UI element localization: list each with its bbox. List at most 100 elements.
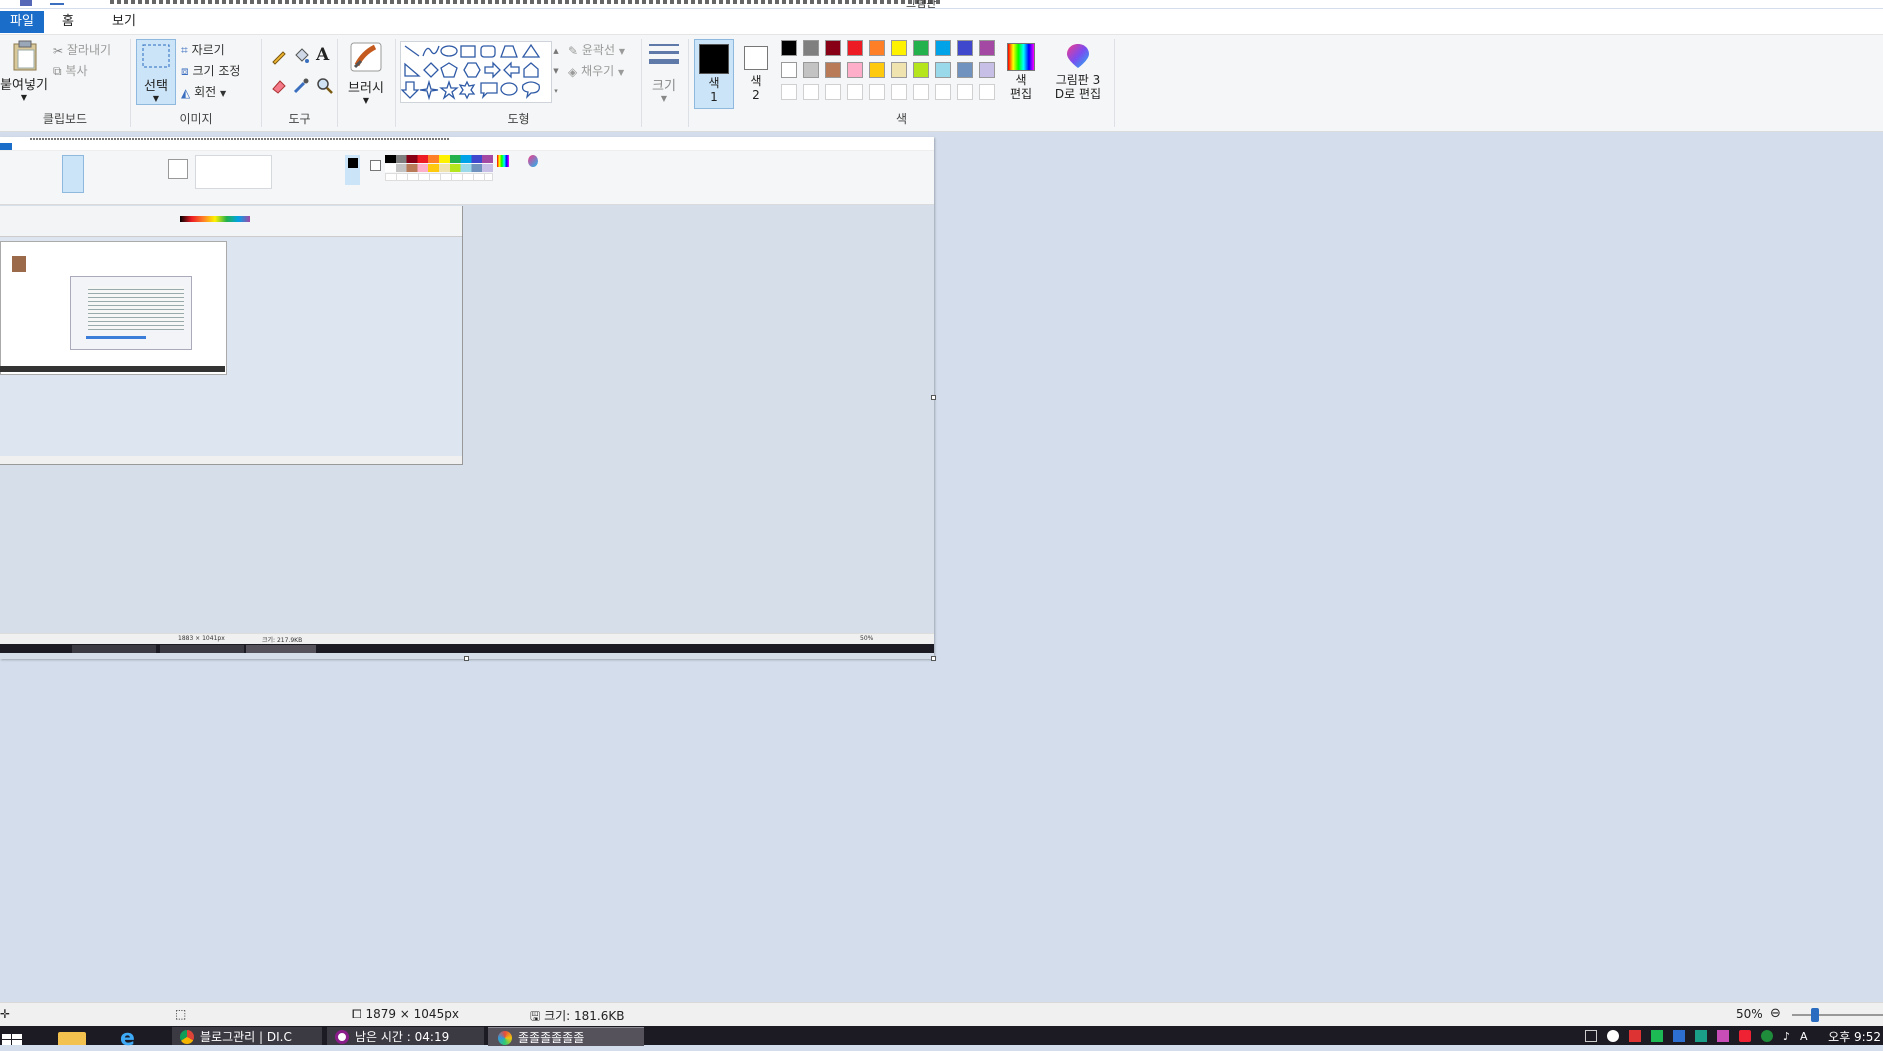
palette-color-swatch[interactable] (847, 40, 863, 56)
taskbar-item-timer[interactable]: 남은 시간 : 04:19 (327, 1027, 484, 1045)
brushes-button[interactable]: 브러시 ▼ (342, 41, 390, 105)
paste-button[interactable]: 붙여넣기 ▼ (0, 40, 48, 102)
shapes-scroll[interactable]: ▲ ▼ ▾ (551, 41, 561, 101)
tray-icon-6[interactable] (1695, 1030, 1707, 1042)
ribbon: 붙여넣기 ▼ ✂ 잘라내기 ⧉ 복사 클립보드 선택 ▼ ⌗ 자르기 ⧈ 크기 … (0, 35, 1883, 132)
custom-color-slot[interactable] (891, 84, 907, 100)
color-picker-icon[interactable] (292, 77, 310, 95)
custom-color-slot[interactable] (803, 84, 819, 100)
palette-color-swatch[interactable] (957, 62, 973, 78)
shapes-gallery[interactable] (400, 41, 552, 103)
rotate-icon: ◭ (181, 85, 191, 100)
select-dropdown-icon[interactable]: ▼ (137, 94, 175, 103)
custom-color-slot[interactable] (869, 84, 885, 100)
custom-color-slot[interactable] (935, 84, 951, 100)
tray-icon-5[interactable] (1673, 1030, 1685, 1042)
taskbar-clock[interactable]: 오후 9:52 (1828, 1028, 1881, 1045)
paste-dropdown-icon[interactable]: ▼ (0, 93, 48, 102)
custom-color-slot[interactable] (913, 84, 929, 100)
rotate-dropdown-icon[interactable]: ▼ (220, 89, 226, 98)
color2-button[interactable]: 색 2 (738, 39, 774, 109)
palette-color-swatch[interactable] (957, 40, 973, 56)
fill-bucket-icon[interactable] (292, 47, 310, 65)
zoom-slider[interactable] (1792, 1008, 1883, 1022)
custom-color-slot[interactable] (781, 84, 797, 100)
palette-color-swatch[interactable] (935, 40, 951, 56)
save-icon[interactable] (20, 0, 32, 6)
custom-color-slot[interactable] (825, 84, 841, 100)
palette-color-swatch[interactable] (913, 40, 929, 56)
zoom-level: 50% (1736, 1007, 1763, 1021)
file-explorer-icon[interactable] (58, 1032, 86, 1045)
tray-icon-3[interactable] (1629, 1030, 1641, 1042)
text-icon[interactable]: A (316, 45, 329, 65)
magnifier-icon[interactable] (316, 77, 334, 95)
zoom-slider-thumb[interactable] (1811, 1008, 1819, 1022)
size-button[interactable]: 크기 ▼ (644, 41, 684, 103)
undo-icon[interactable] (50, 0, 64, 5)
palette-color-swatch[interactable] (913, 62, 929, 78)
select-label: 선택 (144, 79, 168, 94)
clipboard-group-label: 클립보드 (42, 112, 88, 126)
palette-color-swatch[interactable] (781, 62, 797, 78)
resize-button[interactable]: ⧈ 크기 조정 (181, 62, 240, 79)
outline-label: 윤곽선 (581, 43, 616, 57)
paint3d-button[interactable]: 그림판 3 D로 편집 (1045, 39, 1111, 111)
size-dropdown-icon[interactable]: ▼ (644, 94, 684, 103)
edit-colors-button[interactable]: 색 편집 (1001, 39, 1041, 111)
custom-color-slot[interactable] (847, 84, 863, 100)
nested-taskbar (0, 644, 934, 653)
select-button[interactable]: 선택 ▼ (136, 39, 176, 105)
rotate-button[interactable]: ◭ 회전 ▼ (181, 83, 226, 100)
tray-icon-1[interactable] (1585, 1030, 1597, 1042)
canvas-image[interactable]: 1883 × 1041px 크기: 217.9KB 50% (0, 137, 936, 661)
title-dashes (110, 0, 940, 4)
cut-button[interactable]: ✂ 잘라내기 (53, 41, 111, 58)
palette-color-swatch[interactable] (935, 62, 951, 78)
palette-color-swatch[interactable] (869, 62, 885, 78)
palette-color-swatch[interactable] (891, 40, 907, 56)
nested-file-size: 크기: 217.9KB (262, 637, 303, 644)
color1-button[interactable]: 색 1 (694, 39, 734, 109)
palette-color-swatch[interactable] (825, 62, 841, 78)
copy-button[interactable]: ⧉ 복사 (53, 62, 88, 79)
palette-color-swatch[interactable] (825, 40, 841, 56)
zoom-out-button[interactable]: ⊖ (1770, 1006, 1781, 1021)
palette-color-swatch[interactable] (781, 40, 797, 56)
taskbar-item-chrome[interactable]: 블로그관리 | DI.C (172, 1027, 322, 1045)
palette-color-swatch[interactable] (869, 40, 885, 56)
tray-icon-9[interactable] (1761, 1030, 1773, 1042)
tray-icon-7[interactable] (1717, 1030, 1729, 1042)
tray-icon-2[interactable] (1607, 1030, 1619, 1042)
tray-icon-8[interactable] (1739, 1030, 1751, 1042)
custom-color-slot[interactable] (957, 84, 973, 100)
resize-handle-bottom[interactable] (464, 656, 469, 661)
tray-icon-4[interactable] (1651, 1030, 1663, 1042)
palette-color-swatch[interactable] (847, 62, 863, 78)
custom-color-slot[interactable] (979, 84, 995, 100)
group-colors: 색 1 색 2 색 편집 그림판 3 D로 편집 색 (689, 35, 1114, 131)
palette-color-swatch[interactable] (979, 40, 995, 56)
pencil-icon[interactable] (270, 47, 288, 65)
palette-color-swatch[interactable] (803, 62, 819, 78)
status-bar: ✛ ⬚ ⧠ 1879 × 1045px 🖫 크기: 181.6KB 50% ⊖ (0, 1002, 1883, 1027)
resize-handle-right[interactable] (931, 395, 936, 400)
speaker-icon[interactable]: ♪ (1783, 1030, 1790, 1043)
start-button[interactable] (0, 1030, 26, 1045)
palette-color-swatch[interactable] (979, 62, 995, 78)
resize-handle-corner[interactable] (931, 656, 936, 661)
crop-button[interactable]: ⌗ 자르기 (181, 41, 225, 58)
fill-button[interactable]: ◈ 채우기 ▼ (568, 62, 624, 79)
ime-indicator[interactable]: A (1800, 1030, 1808, 1043)
tab-file[interactable]: 파일 (0, 11, 44, 33)
palette-color-swatch[interactable] (891, 62, 907, 78)
taskbar-item-label: 졸졸졸졸졸졸 (518, 1031, 585, 1045)
ie-icon[interactable]: e (120, 1028, 148, 1050)
outline-button[interactable]: ✎ 윤곽선 ▼ (568, 41, 625, 58)
tab-view[interactable]: 보기 (100, 11, 148, 33)
brushes-dropdown-icon[interactable]: ▼ (342, 96, 390, 105)
tab-home[interactable]: 홈 (50, 11, 86, 33)
palette-color-swatch[interactable] (803, 40, 819, 56)
taskbar-item-paint[interactable]: 졸졸졸졸졸졸 (488, 1027, 644, 1046)
eraser-icon[interactable] (270, 77, 288, 95)
